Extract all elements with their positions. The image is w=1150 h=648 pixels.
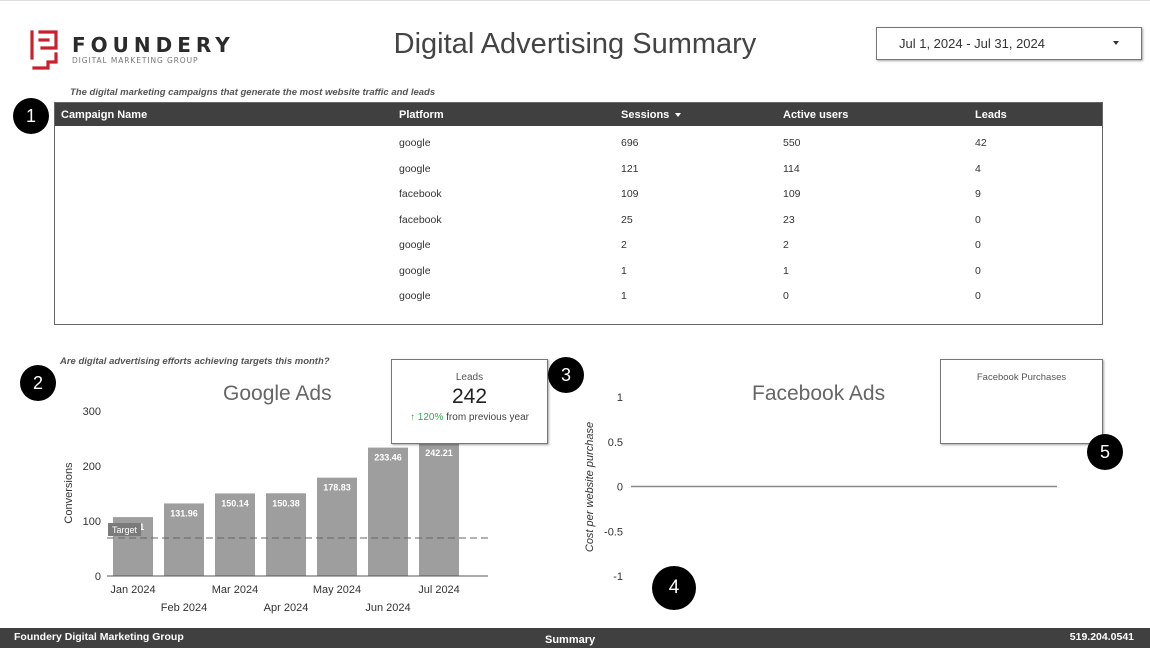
annotation-badge-5: 5 [1087,434,1123,470]
facebook-ads-chart: -1 -0.5 0 0.5 1 Cost per website purchase [584,392,1057,583]
annotation-badge-4: 4 [652,566,696,610]
y-tick-label: 0 [617,482,623,494]
y-tick-label: -1 [613,571,623,583]
facebook-purchases-label: Facebook Purchases [976,372,1067,383]
footer-phone: 519.204.0541 [1069,631,1134,643]
y-tick-label: 1 [617,392,623,404]
facebook-purchases-scorecard: Facebook Purchases [940,359,1103,444]
y-axis-title: Cost per website purchase [584,422,596,552]
y-tick-label: 0.5 [608,437,623,449]
footer-bar: Foundery Digital Marketing Group Summary… [0,628,1150,648]
footer-company: Foundery Digital Marketing Group [14,631,184,643]
footer-page-name[interactable]: Summary [545,634,595,646]
y-tick-label: -0.5 [604,526,623,538]
